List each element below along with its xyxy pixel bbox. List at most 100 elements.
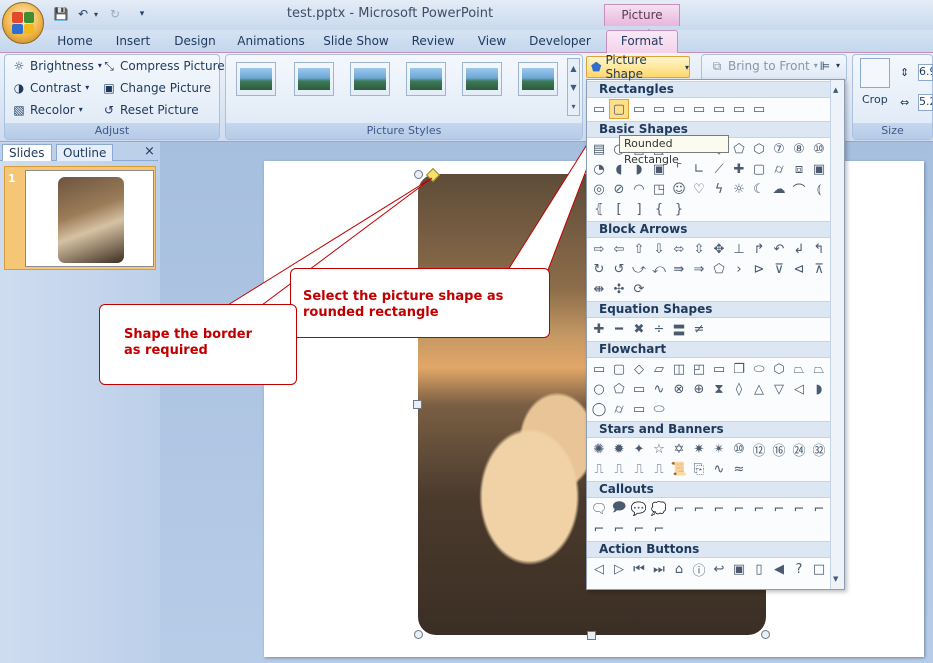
flowchart-decision-shape[interactable]: ◇ <box>629 359 649 379</box>
star24-shape[interactable]: ㉔ <box>789 439 809 459</box>
picture-shape-button[interactable]: ⬟ Picture Shape ▾ <box>586 53 690 81</box>
action-custom-shape[interactable]: □ <box>809 559 829 579</box>
right-bracket-shape[interactable]: ] <box>629 199 649 219</box>
line-callout5-shape[interactable]: ⌐ <box>749 499 769 519</box>
explosion1-shape[interactable]: ✺ <box>589 439 609 459</box>
snip-same-side-shape[interactable]: ▭ <box>649 99 669 119</box>
horizontal-scroll-shape[interactable]: ⎘ <box>689 459 709 479</box>
action-forward-shape[interactable]: ▷ <box>609 559 629 579</box>
chevron-shape[interactable]: › <box>729 259 749 279</box>
arc-shape[interactable]: ⌒ <box>789 179 809 199</box>
snip-diagonal-shape[interactable]: ▭ <box>669 99 689 119</box>
vertical-scroll-shape[interactable]: 📜 <box>669 459 689 479</box>
flowchart-sequential-storage-shape[interactable]: ◯ <box>589 399 609 419</box>
star4-shape[interactable]: ✦ <box>629 439 649 459</box>
action-sound-shape[interactable]: ◀ <box>769 559 789 579</box>
donut-shape[interactable]: ◎ <box>589 179 609 199</box>
line-callout12-shape[interactable]: ⌐ <box>649 519 669 539</box>
multiply-shape[interactable]: ✖ <box>629 319 649 339</box>
action-movie-shape[interactable]: ▣ <box>729 559 749 579</box>
line-callout11-shape[interactable]: ⌐ <box>629 519 649 539</box>
block-arc-shape[interactable]: ◠ <box>629 179 649 199</box>
action-information-shape[interactable]: ⓘ <box>689 559 709 579</box>
flowchart-data-shape[interactable]: ▱ <box>649 359 669 379</box>
textbox-shape[interactable]: ▤ <box>589 139 609 159</box>
cube-shape[interactable]: ⧈ <box>789 159 809 179</box>
divide-shape[interactable]: ÷ <box>649 319 669 339</box>
line-callout3-shape[interactable]: ⌐ <box>709 499 729 519</box>
line-callout9-shape[interactable]: ⌐ <box>589 519 609 539</box>
round-diagonal-shape[interactable]: ▭ <box>749 99 769 119</box>
left-bracket-shape[interactable]: [ <box>609 199 629 219</box>
curved-left-arrow-shape[interactable]: ↺ <box>609 259 629 279</box>
minus-shape[interactable]: ━ <box>609 319 629 339</box>
curved-right-arrow-shape[interactable]: ↻ <box>589 259 609 279</box>
flowchart-manual-operation-shape[interactable]: ⏢ <box>809 359 829 379</box>
left-up-arrow-shape[interactable]: ↲ <box>789 239 809 259</box>
cross-shape[interactable]: ✚ <box>729 159 749 179</box>
flowchart-multidocument-shape[interactable]: ❐ <box>729 359 749 379</box>
flowchart-document-shape[interactable]: ▭ <box>709 359 729 379</box>
star12-shape[interactable]: ⑫ <box>749 439 769 459</box>
bevel-shape[interactable]: ▣ <box>809 159 829 179</box>
rect-callout-shape[interactable]: 🗨 <box>589 499 609 519</box>
flowchart-summing-junction-shape[interactable]: ⊗ <box>669 379 689 399</box>
lightning-shape[interactable]: ϟ <box>709 179 729 199</box>
action-return-shape[interactable]: ↩ <box>709 559 729 579</box>
plaque-shape[interactable]: ▢ <box>749 159 769 179</box>
l-shape[interactable]: ∟ <box>689 159 709 179</box>
action-help-shape[interactable]: ? <box>789 559 809 579</box>
scroll-up-icon[interactable]: ▲ <box>833 86 842 94</box>
up-arrow-shape[interactable]: ⇧ <box>629 239 649 259</box>
left-arrow-callout-shape[interactable]: ⊲ <box>789 259 809 279</box>
curved-down-ribbon-shape[interactable]: ⎍ <box>649 459 669 479</box>
star7-shape[interactable]: ✷ <box>689 439 709 459</box>
curved-up-arrow-shape[interactable]: ⤻ <box>629 259 649 279</box>
flowchart-magnetic-disk-shape[interactable]: ⌭ <box>609 399 629 419</box>
octagon-shape[interactable]: ⑧ <box>789 139 809 159</box>
flowchart-stored-data-shape[interactable]: ◁ <box>789 379 809 399</box>
flowchart-delay-shape[interactable]: ◗ <box>809 379 829 399</box>
flowchart-internal-storage-shape[interactable]: ◰ <box>689 359 709 379</box>
down-ribbon-shape[interactable]: ⎍ <box>609 459 629 479</box>
pentagon-shape[interactable]: ⬠ <box>729 139 749 159</box>
folded-corner-shape[interactable]: ◳ <box>649 179 669 199</box>
double-bracket-shape[interactable]: ⦅ <box>809 179 829 199</box>
flowchart-display-shape[interactable]: ⬭ <box>649 399 669 419</box>
star5-shape[interactable]: ☆ <box>649 439 669 459</box>
flowchart-card-shape[interactable]: ▭ <box>629 379 649 399</box>
flowchart-process-shape[interactable]: ▭ <box>589 359 609 379</box>
wave-shape[interactable]: ∿ <box>709 459 729 479</box>
flowchart-extract-shape[interactable]: △ <box>749 379 769 399</box>
notched-right-arrow-shape[interactable]: ⇒ <box>689 259 709 279</box>
diagonal-stripe-shape[interactable]: ⟋ <box>709 159 729 179</box>
pentagon-arrow-shape[interactable]: ⬠ <box>709 259 729 279</box>
star16-shape[interactable]: ⑯ <box>769 439 789 459</box>
right-arrow-callout-shape[interactable]: ⊳ <box>749 259 769 279</box>
rounded-callout-shape[interactable]: 🗩 <box>609 499 629 519</box>
down-arrow-callout-shape[interactable]: ⊽ <box>769 259 789 279</box>
u-turn-arrow-shape[interactable]: ↶ <box>769 239 789 259</box>
action-document-shape[interactable]: ▯ <box>749 559 769 579</box>
down-arrow-shape[interactable]: ⇩ <box>649 239 669 259</box>
up-arrow-callout-shape[interactable]: ⊼ <box>809 259 829 279</box>
action-beginning-shape[interactable]: ⏮ <box>629 559 649 579</box>
line-callout10-shape[interactable]: ⌐ <box>609 519 629 539</box>
star8-shape[interactable]: ✴ <box>709 439 729 459</box>
flowchart-manual-input-shape[interactable]: ⏢ <box>789 359 809 379</box>
line-callout8-shape[interactable]: ⌐ <box>809 499 829 519</box>
explosion2-shape[interactable]: ✹ <box>609 439 629 459</box>
left-brace-shape[interactable]: { <box>649 199 669 219</box>
line-callout1-shape[interactable]: ⌐ <box>669 499 689 519</box>
flowchart-sort-shape[interactable]: ◊ <box>729 379 749 399</box>
circular-arrow-shape[interactable]: ⟳ <box>629 279 649 299</box>
snip-rectangle-shape[interactable]: ▭ <box>629 99 649 119</box>
smiley-shape[interactable]: ☺ <box>669 179 689 199</box>
gallery-scrollbar[interactable]: ▲ ▼ <box>830 80 844 589</box>
moon-shape[interactable]: ☾ <box>749 179 769 199</box>
no-symbol-shape[interactable]: ⊘ <box>609 179 629 199</box>
scroll-down-icon[interactable]: ▼ <box>833 575 842 583</box>
flowchart-collate-shape[interactable]: ⧗ <box>709 379 729 399</box>
plus-shape[interactable]: ✚ <box>589 319 609 339</box>
up-down-arrow-shape[interactable]: ⇳ <box>689 239 709 259</box>
